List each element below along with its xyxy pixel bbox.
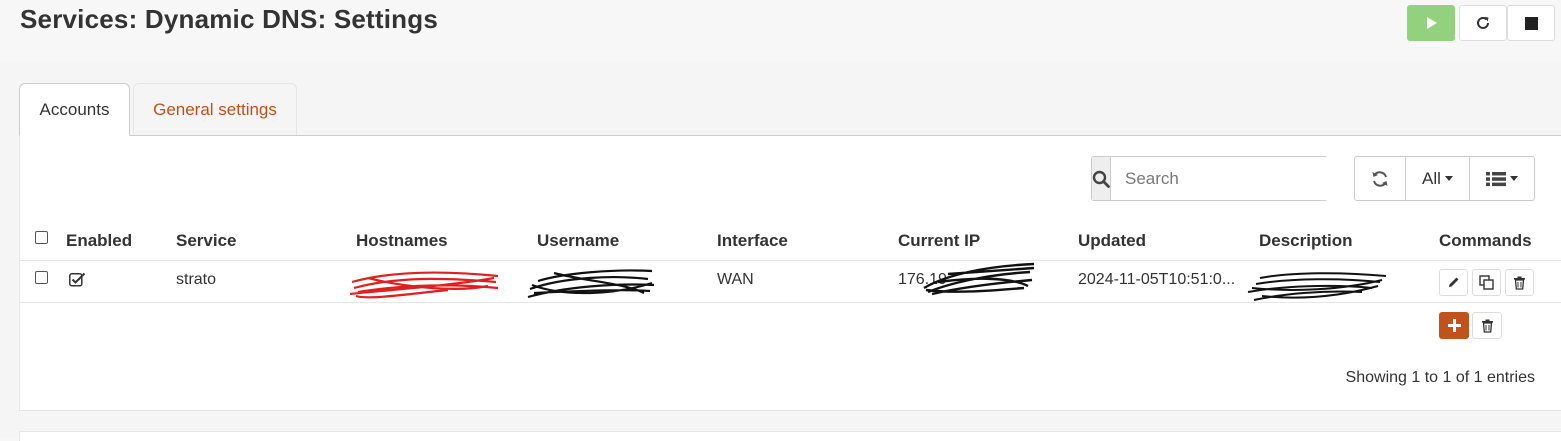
trash-icon xyxy=(1481,319,1493,333)
secondary-panel xyxy=(19,431,1561,441)
description-cell-redacted xyxy=(1259,271,1389,291)
trash-icon xyxy=(1514,276,1525,290)
username-cell-redacted xyxy=(537,271,652,291)
column-header-commands: Commands xyxy=(1439,231,1532,250)
column-header-service[interactable]: Service xyxy=(176,231,237,251)
row-count-dropdown[interactable]: All xyxy=(1406,157,1470,200)
grid-actions: All xyxy=(1354,156,1535,201)
page-header: Services: Dynamic DNS: Settings xyxy=(0,0,1561,63)
page-title: Services: Dynamic DNS: Settings xyxy=(20,4,439,34)
clone-button[interactable] xyxy=(1472,269,1501,296)
clone-icon xyxy=(1479,275,1494,290)
chevron-down-icon xyxy=(1510,176,1518,181)
search-icon xyxy=(1092,170,1110,188)
interface-cell: WAN xyxy=(717,271,754,288)
tab-accounts[interactable]: Accounts xyxy=(19,83,130,136)
plus-icon xyxy=(1447,319,1461,332)
edit-button[interactable] xyxy=(1439,269,1468,296)
play-icon xyxy=(1427,17,1437,29)
current-ip-cell: 176.19 xyxy=(898,271,947,288)
column-header-description[interactable]: Description xyxy=(1259,231,1353,251)
service-cell: strato xyxy=(176,271,217,288)
column-header-interface[interactable]: Interface xyxy=(717,231,788,251)
restart-service-button[interactable] xyxy=(1459,5,1507,41)
enabled-check-icon xyxy=(69,272,86,287)
columns-dropdown[interactable] xyxy=(1470,157,1534,200)
add-button[interactable] xyxy=(1439,312,1469,339)
list-icon xyxy=(1486,171,1506,186)
hostnames-cell-redacted xyxy=(356,271,496,291)
search-input[interactable] xyxy=(1111,157,1360,200)
chevron-down-icon xyxy=(1444,176,1453,181)
start-service-button[interactable] xyxy=(1407,5,1455,41)
select-all-checkbox[interactable] xyxy=(35,231,48,244)
pagination-info: Showing 1 to 1 of 1 entries xyxy=(1345,369,1535,386)
column-header-enabled[interactable]: Enabled xyxy=(66,231,132,251)
column-header-hostnames[interactable]: Hostnames xyxy=(356,231,448,251)
row-count-label: All xyxy=(1422,168,1441,188)
tab-general-settings[interactable]: General settings xyxy=(133,83,297,136)
column-header-current-ip[interactable]: Current IP xyxy=(898,231,980,251)
delete-selected-button[interactable] xyxy=(1472,312,1502,339)
search-icon-addon xyxy=(1092,157,1111,200)
table-row-divider xyxy=(20,302,1561,303)
stop-icon xyxy=(1524,16,1538,30)
refresh-button[interactable] xyxy=(1355,157,1406,200)
pencil-icon xyxy=(1449,277,1459,287)
table-header-divider xyxy=(20,260,1561,261)
column-header-updated[interactable]: Updated xyxy=(1078,231,1146,251)
restart-icon xyxy=(1477,16,1489,29)
row-select-checkbox[interactable] xyxy=(35,271,48,284)
refresh-icon xyxy=(1372,170,1388,187)
stop-service-button[interactable] xyxy=(1507,5,1555,41)
search-box xyxy=(1091,156,1360,201)
delete-button[interactable] xyxy=(1505,269,1534,296)
column-header-username[interactable]: Username xyxy=(537,231,619,251)
updated-cell: 2024-11-05T10:51:0... xyxy=(1078,271,1236,288)
